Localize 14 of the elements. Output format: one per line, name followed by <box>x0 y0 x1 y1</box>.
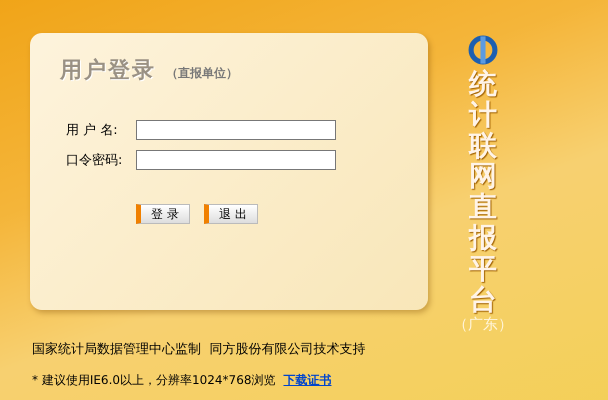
login-button[interactable]: 登 录 <box>136 204 190 224</box>
login-title: 用户登录 <box>60 57 156 85</box>
credit-text: 国家统计局数据管理中心监制 同方股份有限公司技术支持 <box>32 341 366 358</box>
logo-icon <box>466 33 500 67</box>
login-subtitle: （直报单位） <box>166 65 238 82</box>
input-field[interactable] <box>136 120 336 140</box>
download-certificate-link[interactable]: 下载证书 <box>283 372 332 390</box>
browser-hint: * 建议使用IE6.0以上，分辨率1024*768浏览 <box>32 372 276 390</box>
field-label: 用 户 名: <box>66 122 119 139</box>
platform-title: 统计联网直报平台 <box>469 69 497 316</box>
region-label: （广东） <box>453 315 513 334</box>
input-field[interactable] <box>136 150 336 170</box>
field-label: 口令密码: <box>66 152 124 169</box>
exit-button[interactable]: 退 出 <box>204 204 258 224</box>
